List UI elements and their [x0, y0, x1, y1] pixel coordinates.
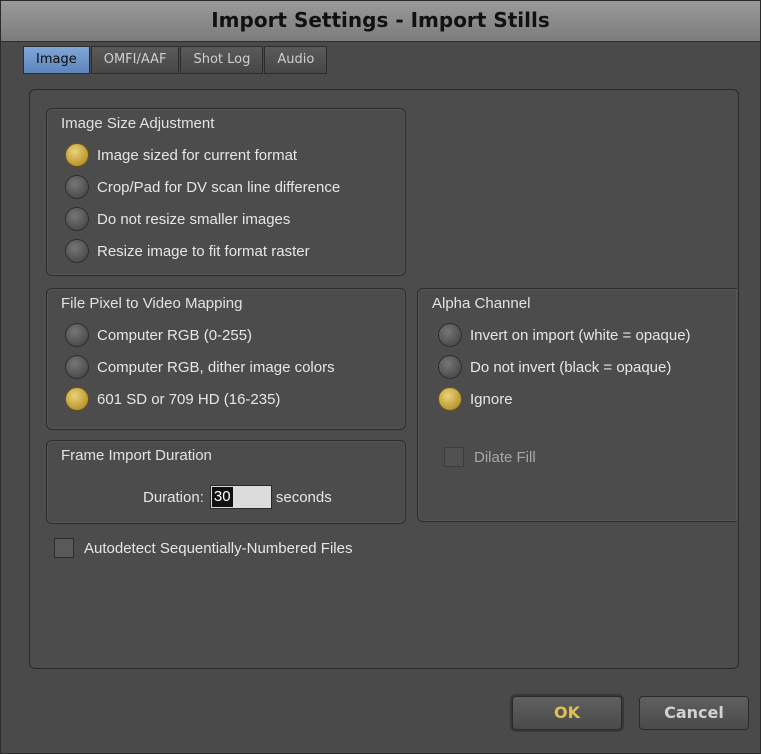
checkbox	[444, 447, 464, 467]
radio-selected	[65, 387, 89, 411]
title-bar[interactable]: Import Settings - Import Stills	[1, 1, 760, 42]
option-label: Computer RGB, dither image colors	[97, 358, 335, 376]
radio	[65, 207, 89, 231]
tab-image[interactable]: Image	[23, 46, 90, 74]
option-ignore[interactable]: Ignore	[438, 385, 513, 413]
settings-panel: Image Size Adjustment Image sized for cu…	[29, 89, 739, 669]
duration-unit: seconds	[275, 488, 332, 506]
radio	[65, 323, 89, 347]
window-title: Import Settings - Import Stills	[211, 8, 550, 32]
option-label: Image sized for current format	[97, 146, 298, 164]
option-do-not-resize-smaller[interactable]: Do not resize smaller images	[65, 205, 290, 233]
pixel-mapping-title: File Pixel to Video Mapping	[61, 295, 243, 312]
alpha-channel-group: Alpha Channel Invert on import (white = …	[417, 288, 737, 522]
checkbox-label: Dilate Fill	[474, 448, 536, 466]
pixel-mapping-group: File Pixel to Video Mapping Computer RGB…	[46, 288, 406, 430]
duration-row: Duration: 30 seconds	[143, 484, 332, 510]
option-label: Do not invert (black = opaque)	[470, 358, 672, 376]
cancel-button[interactable]: Cancel	[639, 696, 749, 730]
option-image-sized-current-format[interactable]: Image sized for current format	[65, 141, 297, 169]
duration-input[interactable]: 30	[209, 485, 272, 509]
option-label: Ignore	[470, 390, 513, 408]
checkbox-label: Autodetect Sequentially-Numbered Files	[84, 539, 353, 557]
tab-shot-log[interactable]: Shot Log	[180, 46, 264, 74]
tab-omfi-aaf[interactable]: OMFI/AAF	[90, 46, 180, 74]
radio	[65, 175, 89, 199]
frame-import-title: Frame Import Duration	[61, 447, 212, 464]
option-computer-rgb[interactable]: Computer RGB (0-255)	[65, 321, 252, 349]
tab-audio[interactable]: Audio	[264, 46, 328, 74]
option-label: Do not resize smaller images	[97, 210, 291, 228]
checkbox	[54, 538, 74, 558]
radio	[65, 355, 89, 379]
option-label: Crop/Pad for DV scan line difference	[97, 178, 341, 196]
option-resize-to-fit-raster[interactable]: Resize image to fit format raster	[65, 237, 310, 265]
frame-import-group: Frame Import Duration Duration: 30 secon…	[46, 440, 406, 524]
ok-button[interactable]: OK	[512, 696, 622, 730]
dilate-fill-checkbox: Dilate Fill	[444, 443, 536, 471]
duration-label: Duration:	[143, 488, 204, 506]
autodetect-checkbox[interactable]: Autodetect Sequentially-Numbered Files	[54, 534, 352, 562]
alpha-channel-title: Alpha Channel	[432, 295, 531, 312]
option-do-not-invert[interactable]: Do not invert (black = opaque)	[438, 353, 671, 381]
option-label: Invert on import (white = opaque)	[470, 326, 691, 344]
radio	[438, 323, 462, 347]
option-label: 601 SD or 709 HD (16-235)	[97, 390, 281, 408]
option-601-709[interactable]: 601 SD or 709 HD (16-235)	[65, 385, 280, 413]
radio-selected	[438, 387, 462, 411]
image-size-group: Image Size Adjustment Image sized for cu…	[46, 108, 406, 276]
radio-selected	[65, 143, 89, 167]
tab-bar: Image OMFI/AAF Shot Log Audio	[23, 46, 328, 74]
option-computer-rgb-dither[interactable]: Computer RGB, dither image colors	[65, 353, 335, 381]
option-label: Resize image to fit format raster	[97, 242, 310, 260]
radio	[438, 355, 462, 379]
option-crop-pad-dv[interactable]: Crop/Pad for DV scan line difference	[65, 173, 340, 201]
option-label: Computer RGB (0-255)	[97, 326, 253, 344]
radio	[65, 239, 89, 263]
option-invert-on-import[interactable]: Invert on import (white = opaque)	[438, 321, 691, 349]
duration-value: 30	[211, 487, 233, 507]
image-size-title: Image Size Adjustment	[61, 115, 215, 132]
import-settings-window: Import Settings - Import Stills Image OM…	[0, 0, 761, 754]
